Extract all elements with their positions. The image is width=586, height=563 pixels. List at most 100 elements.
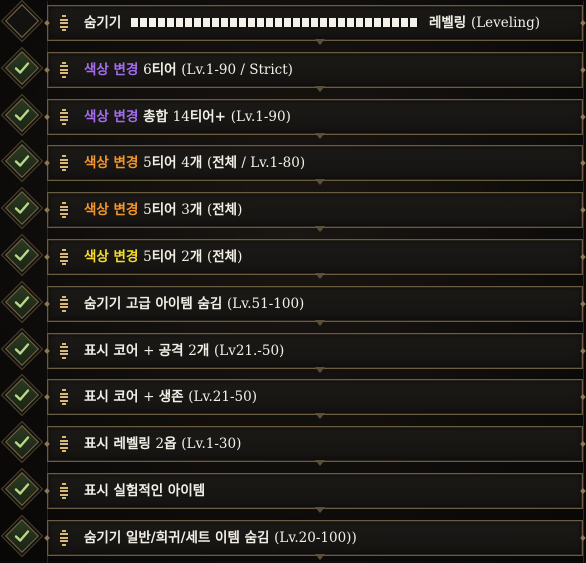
connector-arrow-icon [315, 179, 325, 186]
rule-card[interactable]: 표시 레벨링 2옵 (Lv.1-30) [47, 426, 583, 463]
label-part: (Lv.21-50) [188, 389, 257, 406]
connector-arrow-icon [315, 413, 325, 420]
label-part: 6 [143, 61, 152, 78]
rule-card[interactable]: 표시 실험적인 아이템 [47, 473, 583, 509]
redacted-bar [130, 18, 419, 27]
label-part: 2 [188, 342, 197, 359]
label-part: + [143, 342, 159, 359]
label-part: 색상 변경 [84, 249, 144, 265]
rule-label: 색상 변경 6티어 (Lv.1-90 / Strict) [84, 53, 293, 87]
filter-rule-list: 숨기기 레벨링 (Leveling) 색상 변경 6티어 (Lv.1-90 / S… [0, 0, 586, 563]
connector-arrow-icon [315, 319, 325, 326]
drag-handle-icon[interactable] [59, 529, 68, 546]
connector-arrow-icon [315, 132, 325, 139]
drag-handle-icon[interactable] [59, 155, 68, 172]
label-part: 표시 레벨링 [84, 436, 156, 453]
label-part: 티어 [151, 249, 182, 265]
drag-handle-icon[interactable] [59, 295, 68, 312]
row-show-core-survival: 표시 코어 + 생존 (Lv.21-50) [0, 375, 586, 423]
label-part: 3 [181, 202, 190, 219]
connector-arrow-icon [315, 226, 325, 233]
label-part: / Lv.1-80) [237, 155, 306, 172]
label-part: 개 [189, 249, 207, 265]
label-part: 티어 [151, 155, 182, 172]
label-part: 2 [155, 436, 165, 453]
rule-card[interactable]: 숨기기 레벨링 (Leveling) [47, 5, 583, 41]
label-part: 색상 변경 [84, 61, 144, 78]
checkbox-checked-icon[interactable] [5, 425, 39, 460]
rule-card[interactable]: 색상 변경 5티어 4개 (전체 / Lv.1-80) [47, 145, 583, 182]
label-part: 티어 [151, 61, 182, 78]
checkbox-checked-icon[interactable] [5, 284, 39, 319]
rule-card[interactable]: 표시 코어 + 공격 2개 (Lv21.-50) [47, 332, 583, 369]
connector-arrow-icon [315, 460, 325, 467]
drag-handle-icon[interactable] [59, 15, 68, 31]
label-part: (Leveling) [470, 15, 541, 31]
checkbox-checked-icon[interactable] [5, 518, 39, 553]
label-part: (Lv.1-30) [181, 436, 242, 453]
checkbox-checked-icon[interactable] [5, 331, 39, 366]
checkbox-checked-icon[interactable] [5, 144, 39, 179]
label-part: (Lv.20-100)) [274, 529, 357, 546]
checkbox-checked-icon[interactable] [5, 97, 39, 132]
label-part: 전체 [212, 249, 238, 265]
checkbox-checked-icon[interactable] [5, 191, 39, 226]
rule-label: 표시 실험적인 아이템 [84, 474, 205, 508]
connector-arrow-icon [315, 39, 325, 45]
label-part: 레벨링 [428, 15, 471, 31]
drag-handle-icon[interactable] [59, 342, 68, 359]
drag-handle-icon[interactable] [59, 108, 68, 125]
checkbox-unchecked-icon[interactable] [5, 4, 39, 38]
rule-card[interactable]: 숨기기 일반/희귀/세트 이템 숨김 (Lv.20-100)) [47, 519, 583, 556]
checkbox-checked-icon[interactable] [5, 378, 39, 413]
label-part: (Lv.1-90 / Strict) [181, 61, 293, 78]
label-part: ) [237, 249, 243, 265]
rule-card[interactable]: 숨기기 고급 아이템 숨김 (Lv.51-100) [47, 285, 583, 322]
label-part: 전체 [212, 202, 238, 219]
rule-label: 표시 코어 + 공격 2개 (Lv21.-50) [84, 334, 284, 368]
label-part: 5 [143, 249, 152, 265]
drag-handle-icon[interactable] [59, 389, 68, 406]
label-part: 티어 [151, 202, 182, 219]
label-part: 표시 코어 [84, 342, 144, 359]
rule-card[interactable]: 색상 변경 5티어 2개 (전체) [47, 239, 583, 275]
rule-label: 색상 변경 5티어 3개 (전체) [84, 193, 242, 227]
connector-arrow-icon [315, 85, 325, 92]
rule-card[interactable]: 색상 변경 6티어 (Lv.1-90 / Strict) [47, 51, 583, 88]
label-part: 색상 변경 [84, 202, 144, 219]
label-part: ) [237, 202, 243, 219]
drag-handle-icon[interactable] [59, 249, 68, 265]
label-part: 총합 [143, 108, 173, 125]
label-part: + [143, 389, 159, 406]
rule-label: 색상 변경 5티어 2개 (전체) [84, 240, 242, 274]
checkbox-checked-icon[interactable] [5, 238, 39, 272]
rule-card[interactable]: 색상 변경 5티어 3개 (전체) [47, 192, 583, 229]
rule-label: 색상 변경 5티어 4개 (전체 / Lv.1-80) [84, 146, 305, 180]
label-part: 표시 코어 [84, 389, 144, 406]
rule-card[interactable]: 색상 변경 총합 14티어+ (Lv.1-90) [47, 98, 583, 135]
rule-card[interactable]: 표시 코어 + 생존 (Lv.21-50) [47, 379, 583, 416]
connector-arrow-icon [315, 507, 325, 513]
drag-handle-icon[interactable] [59, 202, 68, 219]
drag-handle-icon[interactable] [59, 61, 68, 78]
row-color-5tier-4: 색상 변경 5티어 4개 (전체 / Lv.1-80) [0, 141, 586, 189]
row-color-total-14tier: 색상 변경 총합 14티어+ (Lv.1-90) [0, 94, 586, 142]
row-show-leveling-2: 표시 레벨링 2옵 (Lv.1-30) [0, 422, 586, 470]
label-part: 14 [172, 108, 190, 125]
row-hide-advanced: 숨기기 고급 아이템 숨김 (Lv.51-100) [0, 281, 586, 329]
label-part: 숨기기 [84, 15, 126, 31]
label-part: 티어+ [189, 108, 231, 125]
label-part: 숨기기 고급 아이템 숨김 [84, 295, 227, 312]
label-part: 5 [143, 155, 152, 172]
label-part: 4 [181, 155, 190, 172]
label-part: (Lv21.-50) [213, 342, 285, 359]
drag-handle-icon[interactable] [59, 483, 68, 499]
checkbox-checked-icon[interactable] [5, 472, 39, 506]
connector-arrow-icon [315, 553, 325, 560]
label-part: 생존 [158, 389, 189, 406]
row-color-5tier-2: 색상 변경 5티어 2개 (전체) [0, 235, 586, 282]
checkbox-checked-icon[interactable] [5, 50, 39, 85]
label-part: 색상 변경 [84, 155, 144, 172]
label-part: 개 [196, 342, 214, 359]
drag-handle-icon[interactable] [59, 436, 68, 453]
